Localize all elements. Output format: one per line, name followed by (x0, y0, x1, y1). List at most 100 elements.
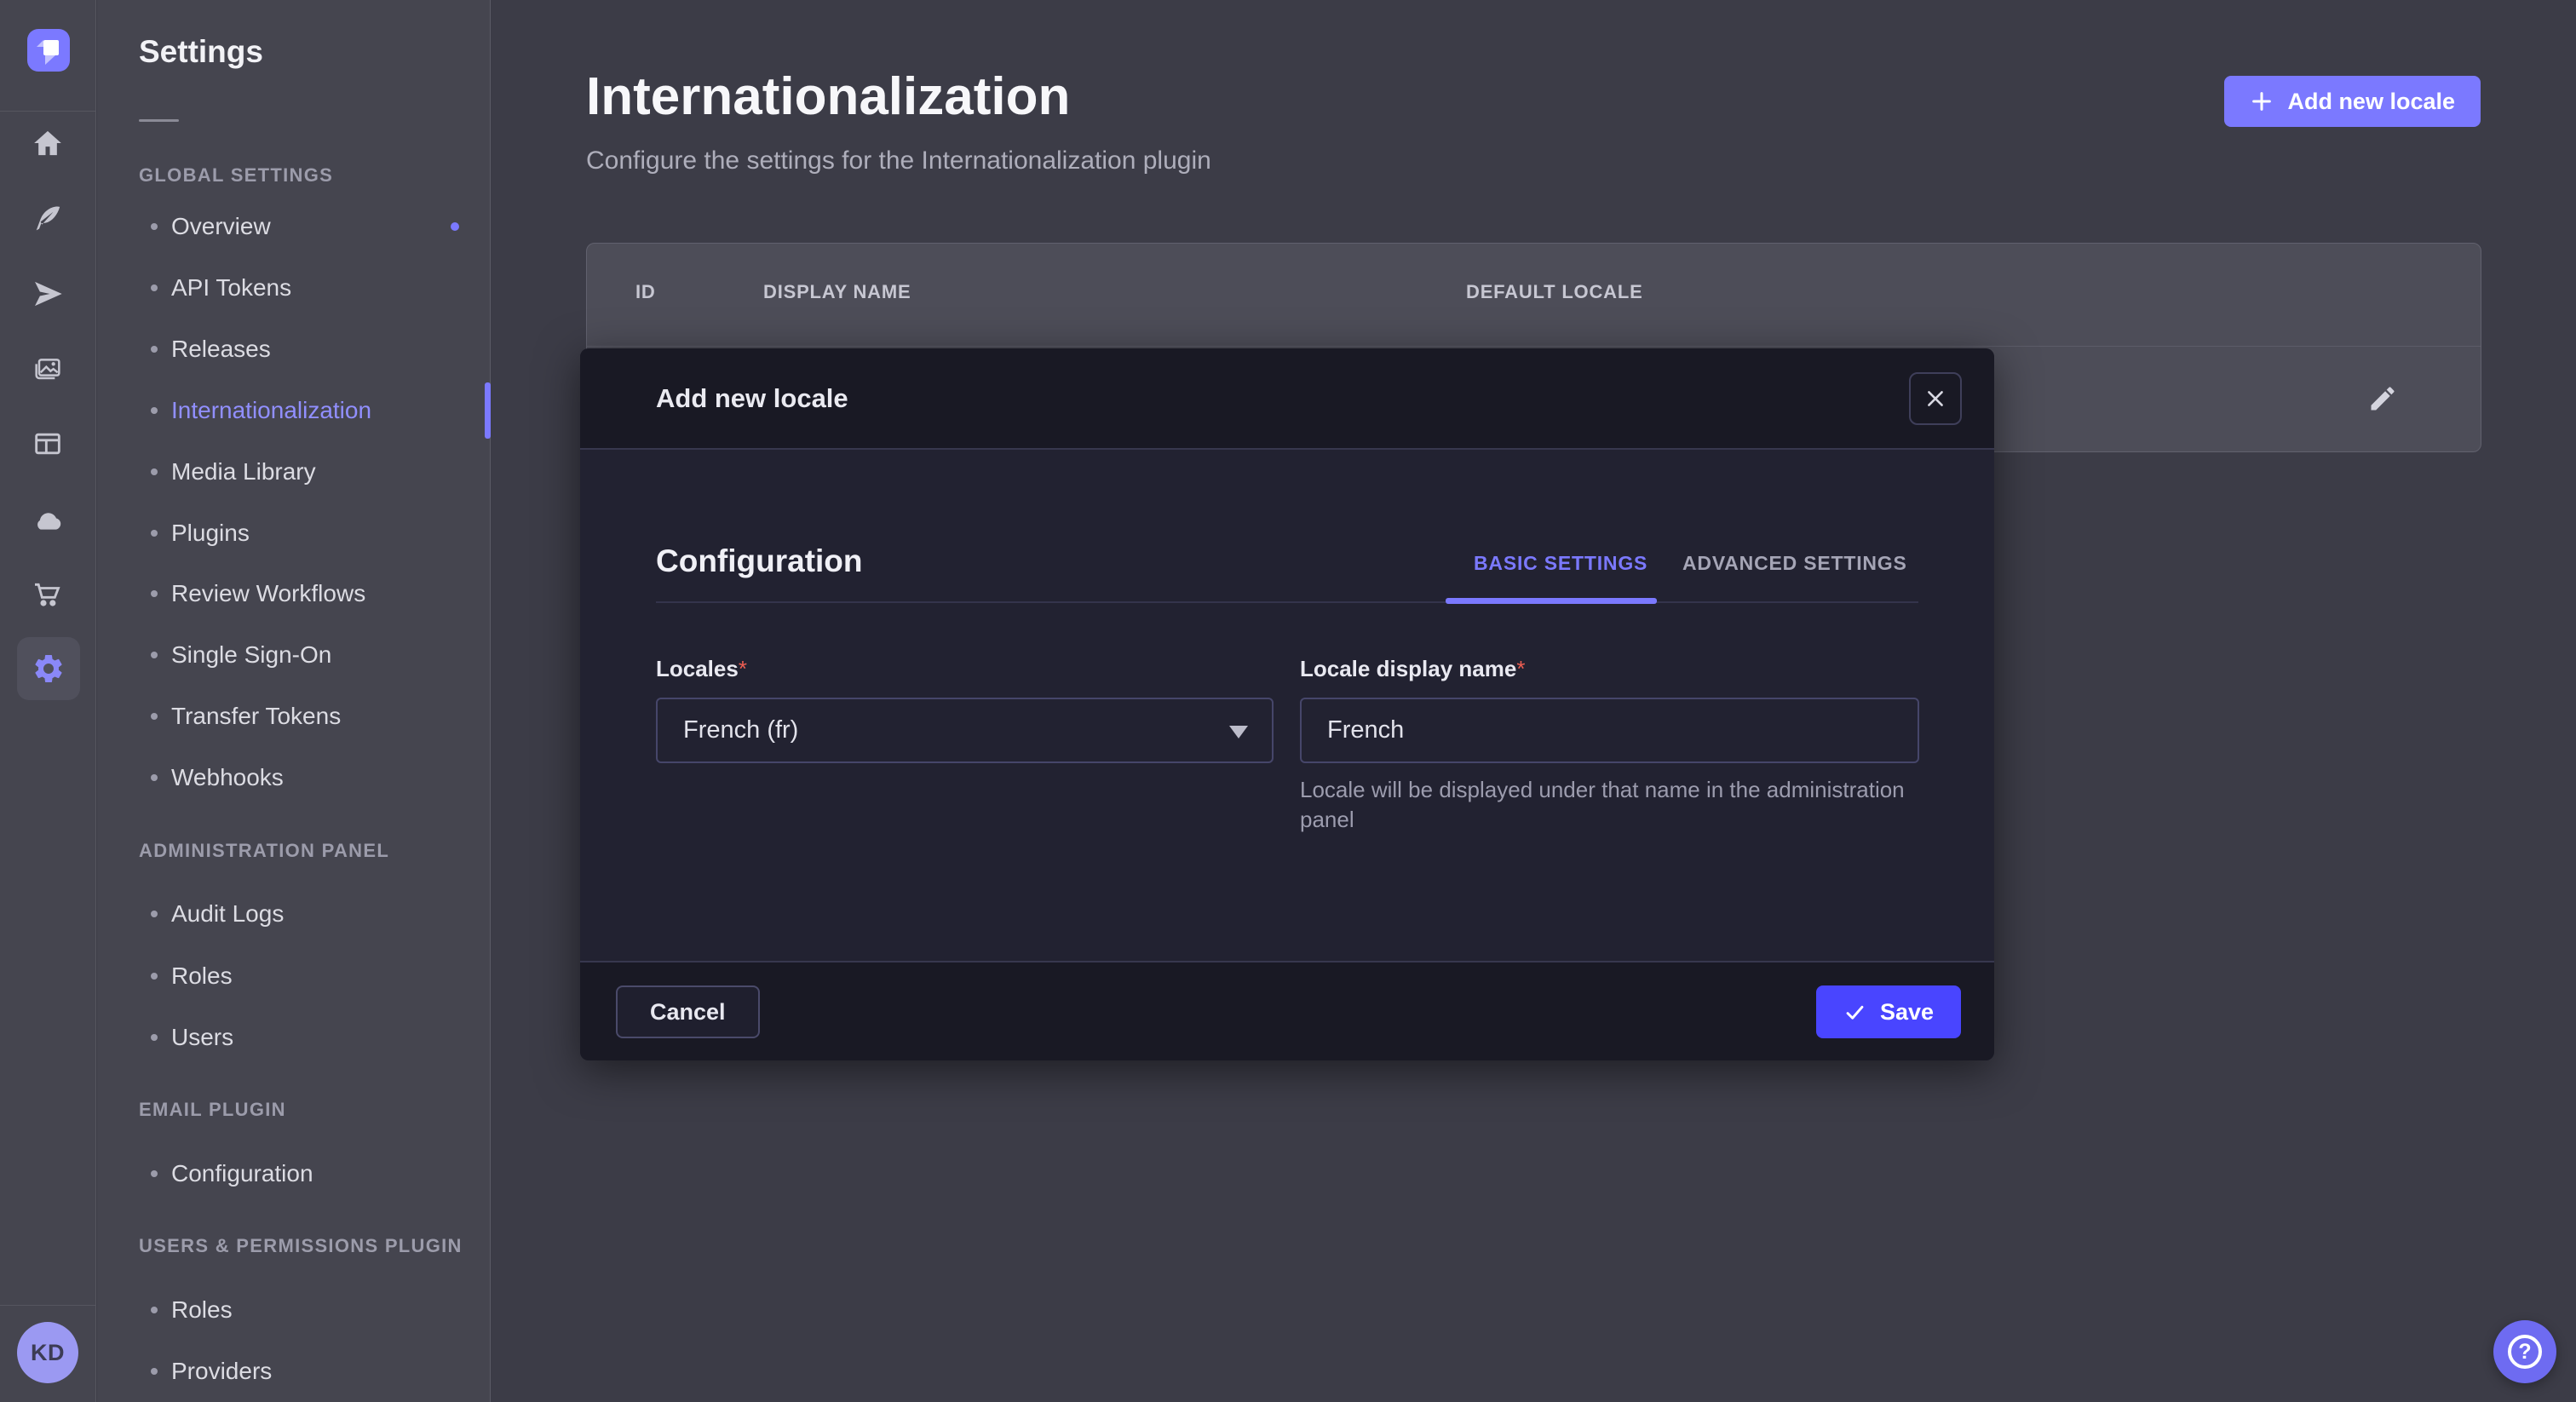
bullet-icon (151, 346, 158, 353)
configuration-heading: Configuration (656, 543, 863, 579)
check-icon (1843, 1001, 1866, 1024)
home-icon[interactable] (24, 119, 72, 167)
bullet-icon (151, 468, 158, 475)
sidebar-item-roles-up[interactable]: Roles (139, 1291, 490, 1329)
sidebar-item-users[interactable]: Users (139, 1019, 490, 1056)
sidebar-item-overview[interactable]: Overview (139, 208, 490, 245)
sidebar-item-label: Providers (171, 1358, 272, 1385)
pencil-icon[interactable] (2362, 378, 2403, 419)
column-header-id: ID (635, 281, 656, 303)
display-name-input[interactable] (1300, 698, 1919, 763)
add-new-locale-button[interactable]: Add new locale (2224, 76, 2481, 127)
sidebar-item-single-sign-on[interactable]: Single Sign-On (139, 636, 490, 674)
sidebar-item-label: Roles (171, 1296, 233, 1324)
section-header-email-plugin: EMAIL PLUGIN (139, 1098, 286, 1122)
bullet-icon (151, 530, 158, 537)
strapi-logo-icon[interactable] (27, 29, 70, 72)
sidebar-item-label: Internationalization (171, 397, 371, 424)
sidebar-item-plugins[interactable]: Plugins (139, 514, 490, 552)
gear-icon[interactable] (17, 637, 80, 700)
tab-basic-settings[interactable]: BASIC SETTINGS (1474, 552, 1647, 575)
display-name-field: Locale display name* Locale will be disp… (1300, 656, 1919, 835)
sidebar-item-label: Media Library (171, 458, 316, 486)
section-header-administration-panel: ADMINISTRATION PANEL (139, 839, 389, 863)
layout-icon[interactable] (24, 420, 72, 468)
locales-select-value: French (fr) (683, 716, 798, 744)
locales-label: Locales* (656, 665, 747, 680)
cancel-button[interactable]: Cancel (616, 985, 760, 1038)
sidebar-item-label: Webhooks (171, 764, 284, 791)
rail-bottom-divider (0, 1305, 95, 1306)
question-circle-icon: ? (2508, 1335, 2542, 1369)
section-header-users-permissions-plugin: USERS & PERMISSIONS PLUGIN (139, 1234, 463, 1258)
display-name-label: Locale display name* (1300, 665, 1525, 680)
sidebar-item-transfer-tokens[interactable]: Transfer Tokens (139, 698, 490, 735)
bullet-icon (151, 652, 158, 658)
bullet-icon (151, 407, 158, 414)
bullet-icon (151, 1307, 158, 1313)
column-header-default-locale: DEFAULT LOCALE (1466, 281, 1643, 303)
page-title: Internationalization (586, 66, 1070, 127)
save-label: Save (1880, 999, 1934, 1026)
close-button[interactable] (1909, 372, 1962, 425)
sidebar-item-label: Users (171, 1024, 233, 1051)
bullet-icon (151, 911, 158, 917)
display-name-hint: Locale will be displayed under that name… (1300, 775, 1906, 835)
notification-dot-icon (451, 222, 459, 231)
sidebar-title: Settings (139, 34, 263, 70)
sidebar-item-internationalization[interactable]: Internationalization (139, 392, 490, 429)
sidebar-item-releases[interactable]: Releases (139, 330, 490, 368)
sidebar-item-audit-logs[interactable]: Audit Logs (139, 895, 490, 933)
tabs-divider (656, 601, 1918, 603)
paper-plane-icon[interactable] (24, 270, 72, 318)
sidebar-item-label: Overview (171, 213, 271, 240)
rail-divider (0, 111, 95, 112)
active-tab-underline (1446, 598, 1657, 604)
title-underline (139, 119, 179, 122)
bullet-icon (151, 284, 158, 291)
display-name-label-text: Locale display name (1300, 656, 1516, 681)
bullet-icon (151, 774, 158, 781)
sidebar-item-label: Audit Logs (171, 900, 284, 928)
required-asterisk: * (1516, 656, 1525, 681)
sidebar-item-configuration[interactable]: Configuration (139, 1155, 490, 1192)
sidebar-item-label: Configuration (171, 1160, 313, 1187)
modal-header: Add new locale (580, 348, 1994, 450)
add-locale-modal: Add new locale Configuration BASIC SETTI… (580, 348, 1994, 1060)
cart-icon[interactable] (24, 571, 72, 618)
sidebar-item-media-library[interactable]: Media Library (139, 453, 490, 491)
help-button[interactable]: ? (2493, 1320, 2556, 1383)
sidebar-item-label: Plugins (171, 520, 250, 547)
icon-rail: KD (0, 0, 96, 1402)
bullet-icon (151, 1368, 158, 1375)
save-button[interactable]: Save (1816, 985, 1961, 1038)
sidebar-item-roles-admin[interactable]: Roles (139, 957, 490, 995)
images-icon[interactable] (24, 346, 72, 394)
column-header-display-name: DISPLAY NAME (763, 281, 911, 303)
cloud-icon[interactable] (24, 496, 72, 543)
bullet-icon (151, 1170, 158, 1177)
locales-select[interactable]: French (fr) (656, 698, 1274, 763)
sidebar-item-label: Single Sign-On (171, 641, 331, 669)
bullet-icon (151, 1034, 158, 1041)
locales-label-text: Locales (656, 656, 739, 681)
table-row-divider (587, 346, 2481, 347)
sidebar-item-review-workflows[interactable]: Review Workflows (139, 575, 490, 612)
sidebar-item-webhooks[interactable]: Webhooks (139, 759, 490, 796)
plus-icon (2250, 89, 2274, 113)
sidebar-item-providers[interactable]: Providers (139, 1353, 490, 1390)
sidebar-item-label: Roles (171, 962, 233, 990)
modal-body: Configuration BASIC SETTINGS ADVANCED SE… (580, 451, 1994, 960)
avatar[interactable]: KD (17, 1322, 78, 1383)
active-indicator (485, 382, 491, 439)
sidebar-item-label: Releases (171, 336, 271, 363)
sidebar-item-label: Transfer Tokens (171, 703, 341, 730)
page-subtitle: Configure the settings for the Internati… (586, 147, 1211, 175)
sidebar-item-label: API Tokens (171, 274, 291, 302)
required-asterisk: * (739, 656, 747, 681)
sidebar-item-label: Review Workflows (171, 580, 365, 607)
modal-footer: Cancel Save (580, 961, 1994, 1060)
sidebar-item-api-tokens[interactable]: API Tokens (139, 269, 490, 307)
tab-advanced-settings[interactable]: ADVANCED SETTINGS (1682, 552, 1907, 575)
feather-icon[interactable] (24, 195, 72, 243)
